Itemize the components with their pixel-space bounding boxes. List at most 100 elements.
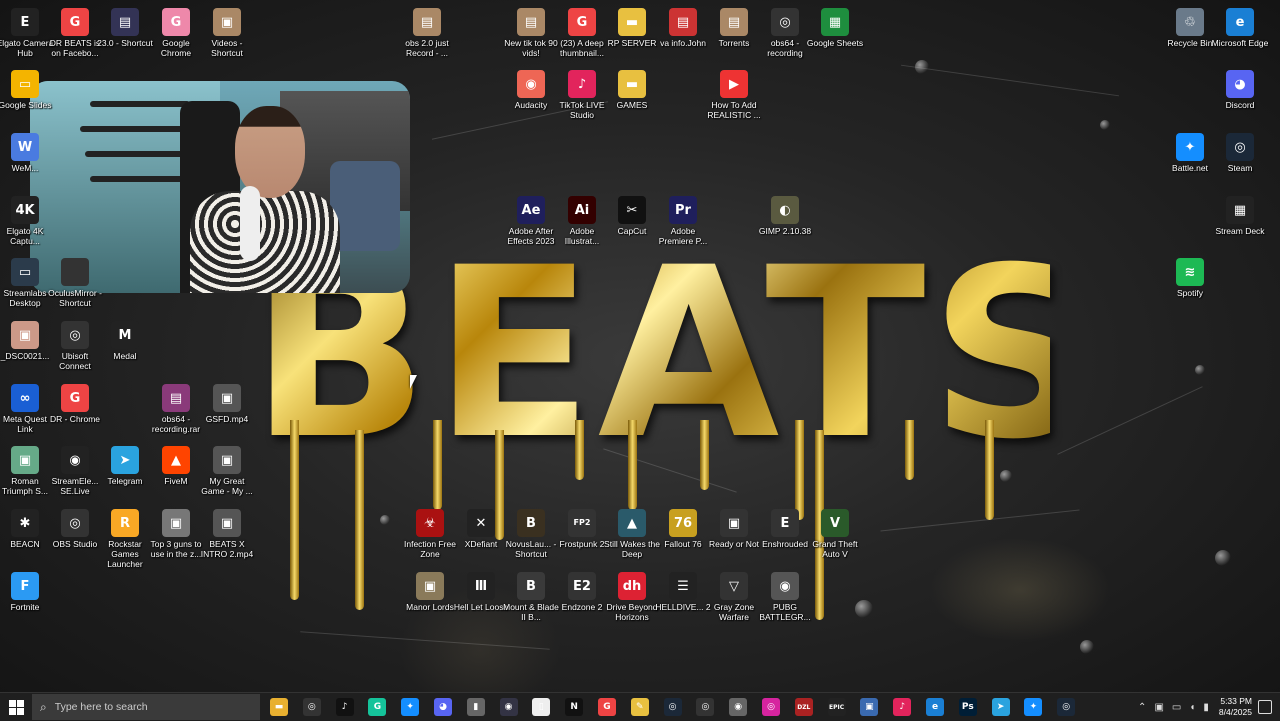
- taskbar-search-box[interactable]: ⌕ Type here to search: [32, 694, 260, 720]
- desktop-icon[interactable]: ➤ Telegram: [96, 446, 154, 486]
- microphone-icon[interactable]: ▮: [1203, 702, 1209, 713]
- start-button[interactable]: [4, 697, 28, 717]
- app-icon: ◎: [1226, 133, 1254, 161]
- desktop-icon[interactable]: ▲ Still Wakes the Deep: [603, 509, 661, 559]
- desktop-icon[interactable]: R Rockstar Games Launcher: [96, 509, 154, 569]
- desktop-icon[interactable]: ▣ BEATS X INTRO 2.mp4: [198, 509, 256, 559]
- desktop-icon[interactable]: ▦ Google Sheets: [806, 8, 864, 48]
- desktop-icon[interactable]: 4K Elgato 4K Captu...: [0, 196, 54, 246]
- app-icon: ▤: [413, 8, 441, 36]
- desktop[interactable]: BEATS E Elgato Camera Hub G DR BEATS is on …: [0, 0, 1280, 692]
- desktop-icon-label: obs 2.0 just Record - ...: [405, 38, 449, 58]
- desktop-icon[interactable]: ▲ FiveM: [147, 446, 205, 486]
- taskbar-discord-icon[interactable]: ◕: [434, 698, 452, 716]
- taskbar-app-dark-icon[interactable]: ◉: [499, 698, 518, 716]
- desktop-icon[interactable]: ▬ GAMES: [603, 70, 661, 110]
- app-icon: ▭: [11, 258, 39, 286]
- desktop-icon[interactable]: ▦ Stream Deck: [1211, 196, 1269, 236]
- taskbar-instagram-icon[interactable]: ◎: [762, 698, 780, 716]
- taskbar-edge-icon[interactable]: e: [926, 698, 944, 716]
- taskbar-dzl-icon[interactable]: DZL: [794, 698, 813, 716]
- app-icon: ▦: [821, 8, 849, 36]
- desktop-icon[interactable]: ▤ obs 2.0 just Record - ...: [398, 8, 456, 58]
- taskbar-file-explorer-icon[interactable]: ▬: [270, 698, 288, 716]
- desktop-icon[interactable]: 76 Fallout 76: [654, 509, 712, 549]
- desktop-icon[interactable]: ▣ Top 3 guns to use in the z...: [147, 509, 205, 559]
- desktop-icon[interactable]: ▤ Torrents: [705, 8, 763, 48]
- taskbar-pencil-icon[interactable]: ✎: [630, 698, 649, 716]
- desktop-icon[interactable]: ▣ My Great Game - My ...: [198, 446, 256, 496]
- desktop-icon[interactable]: B Mount & Blade II B...: [502, 572, 560, 622]
- desktop-icon[interactable]: ▬ RP SERVER: [603, 8, 661, 48]
- desktop-icon[interactable]: ☣ Infection Free Zone: [401, 509, 459, 559]
- desktop-icon[interactable]: ◉ PUBG BATTLEGR...: [756, 572, 814, 622]
- desktop-icon[interactable]: Ae Adobe After Effects 2023: [502, 196, 560, 246]
- desktop-icon[interactable]: ▭ Google Slides: [0, 70, 54, 110]
- desktop-icon[interactable]: ✂ CapCut: [603, 196, 661, 236]
- desktop-icon[interactable]: OculusMirror - Shortcut: [46, 258, 104, 308]
- desktop-icon[interactable]: ☰ HELLDIVE... 2: [654, 572, 712, 612]
- desktop-icon-label: Medal: [113, 351, 137, 361]
- desktop-icon-label: Steam: [1227, 163, 1253, 173]
- app-icon: ▤: [111, 8, 139, 36]
- taskbar-battle-net-icon[interactable]: ✦: [401, 698, 420, 716]
- desktop-icon[interactable]: ▶ How To Add REALISTIC ...: [705, 70, 763, 120]
- desktop-icon[interactable]: dh Drive Beyond Horizons: [603, 572, 661, 622]
- taskbar-telegram-icon[interactable]: ➤: [991, 698, 1010, 716]
- desktop-icon[interactable]: ▽ Gray Zone Warfare: [705, 572, 763, 622]
- taskbar-tiktok-icon[interactable]: ♪: [335, 698, 354, 716]
- desktop-icon[interactable]: ◐ GIMP 2.10.38: [756, 196, 814, 236]
- desktop-icon[interactable]: M Medal: [96, 321, 154, 361]
- desktop-icon[interactable]: Pr Adobe Premiere P...: [654, 196, 712, 246]
- taskbar-chrome-icon[interactable]: G: [598, 698, 616, 716]
- app-icon: ▣: [213, 446, 241, 474]
- desktop-icon[interactable]: ▤ va info.John: [654, 8, 712, 48]
- taskbar-obs-icon[interactable]: ◎: [302, 698, 321, 716]
- desktop-icon[interactable]: V Grand Theft Auto V: [806, 509, 864, 559]
- taskbar-clock[interactable]: 5:33 PM 8/4/2025: [1219, 696, 1252, 718]
- taskbar-usb-drive-icon[interactable]: ▮: [466, 698, 485, 716]
- windows-icon: [8, 699, 24, 715]
- taskbar-steam-icon[interactable]: ◎: [663, 698, 682, 716]
- desktop-icon-label: FiveM: [164, 476, 188, 486]
- desktop-icon-label: Fallout 76: [664, 539, 702, 549]
- desktop-icon-label: NovusLau... - Shortcut: [505, 539, 557, 559]
- taskbar-ubisoft-icon[interactable]: ◎: [696, 698, 715, 716]
- desktop-icon[interactable]: ▤ 23.0 - Shortcut: [96, 8, 154, 48]
- desktop-icon[interactable]: ▣ Videos - Shortcut: [198, 8, 256, 58]
- desktop-icon[interactable]: F Fortnite: [0, 572, 54, 612]
- desktop-icon-label: Torrents: [718, 38, 750, 48]
- desktop-icon[interactable]: ◉ Audacity: [502, 70, 560, 110]
- taskbar-grammarly-icon[interactable]: G: [368, 698, 387, 716]
- desktop-icon[interactable]: e Microsoft Edge: [1211, 8, 1269, 48]
- desktop-icon[interactable]: ▤ New tik tok 90 vids!: [502, 8, 560, 58]
- app-icon: 4K: [11, 196, 39, 224]
- taskbar-tiktok-live-icon[interactable]: ♪: [893, 698, 912, 716]
- desktop-icon[interactable]: ◕ Discord: [1211, 70, 1269, 110]
- desktop-icon[interactable]: ▤ obs64 - recording.rar: [147, 384, 205, 434]
- taskbar-steam-2-icon[interactable]: ◎: [1057, 698, 1076, 716]
- desktop-icon[interactable]: ≋ Spotify: [1161, 258, 1219, 298]
- notification-icon[interactable]: [1258, 700, 1272, 714]
- volume-icon[interactable]: ◖: [1189, 702, 1195, 713]
- chevron-up-icon[interactable]: ⌃: [1138, 702, 1146, 713]
- desktop-icon[interactable]: B NovusLau... - Shortcut: [502, 509, 560, 559]
- desktop-icon[interactable]: W WeM...: [0, 133, 54, 173]
- taskbar-epic-icon[interactable]: EPIC: [827, 698, 846, 716]
- desktop-icon[interactable]: G Google Chrome: [147, 8, 205, 58]
- app-icon: G: [61, 8, 89, 36]
- desktop-icon[interactable]: ▣ Manor Lords: [401, 572, 459, 612]
- taskbar-photoshop-icon[interactable]: Ps: [958, 698, 977, 716]
- app-tray-icon[interactable]: ▣: [1154, 702, 1163, 713]
- taskbar-app-window-icon[interactable]: ▣: [860, 698, 879, 716]
- network-icon[interactable]: ▭: [1172, 702, 1181, 713]
- desktop-icon[interactable]: ▣ Ready or Not: [705, 509, 763, 549]
- taskbar-notepad-icon[interactable]: ▯: [532, 698, 551, 716]
- taskbar-netflix-icon[interactable]: N: [565, 698, 584, 716]
- desktop-icon[interactable]: ▣ GSFD.mp4: [198, 384, 256, 424]
- taskbar-battle-net-2-icon[interactable]: ✦: [1024, 698, 1043, 716]
- desktop-icon[interactable]: G DR - Chrome: [46, 384, 104, 424]
- desktop-icon-label: Adobe After Effects 2023: [507, 226, 555, 246]
- desktop-icon[interactable]: ◎ Steam: [1211, 133, 1269, 173]
- taskbar-app-swirl-icon[interactable]: ◉: [729, 698, 748, 716]
